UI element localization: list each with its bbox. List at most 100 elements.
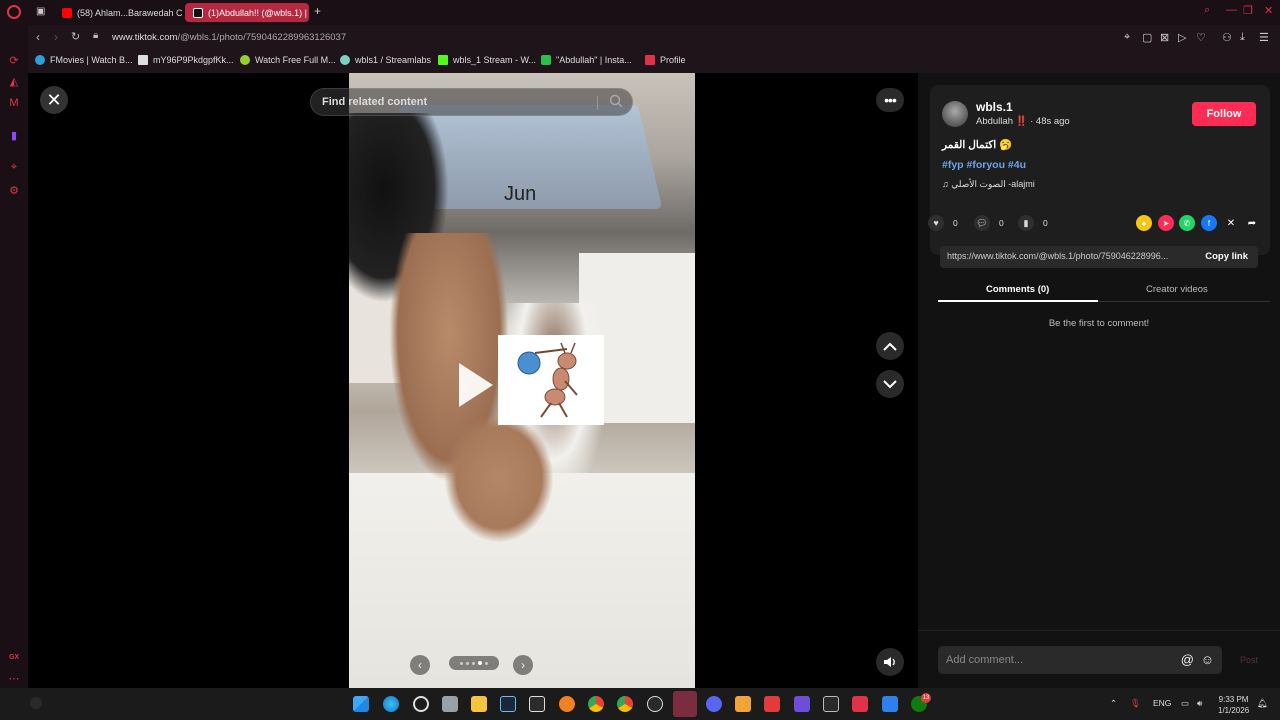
copy-link-button[interactable]: Copy link (1205, 251, 1248, 262)
more-options-button[interactable]: ••• (876, 88, 904, 112)
player-icon[interactable]: ▷ (1178, 31, 1186, 44)
aria-icon[interactable]: ◭ (6, 73, 22, 89)
volume-button[interactable] (876, 648, 904, 676)
display-name[interactable]: Abdullah (976, 116, 1013, 127)
clock[interactable]: 9:33 PM 1/1/2026 (1218, 694, 1249, 716)
bookmark-kick[interactable]: wbls_1 Stream - W... (438, 55, 536, 65)
tab-menu-icon[interactable]: ▣ (36, 6, 45, 17)
x-icon[interactable]: ✕ (1223, 215, 1239, 231)
epic-games-icon[interactable] (529, 696, 545, 712)
file-explorer-icon[interactable] (471, 696, 487, 712)
forward-button[interactable]: › (54, 30, 58, 44)
twitch-icon[interactable]: ▮ (6, 127, 22, 143)
find-related-search[interactable]: Find related content (310, 88, 633, 116)
tab-creator-videos[interactable]: Creator videos (1146, 284, 1208, 295)
carousel-dot[interactable] (478, 661, 482, 665)
history-icon[interactable]: ⟳ (6, 52, 22, 68)
minimize-button[interactable]: — (1226, 4, 1237, 16)
network-icon[interactable]: ▭ (1181, 698, 1189, 709)
lock-icon[interactable]: 🔒︎ (93, 30, 98, 41)
microphone-icon[interactable]: 🎙︎ (1130, 698, 1141, 709)
opera-logo-icon[interactable] (7, 5, 21, 19)
carousel-prev-button[interactable]: ‹ (410, 655, 430, 675)
username[interactable]: wbls.1 (976, 100, 1013, 114)
bookmark-profile[interactable]: Profile (645, 55, 686, 65)
reload-button[interactable]: ↻ (71, 30, 80, 43)
emoji-icon[interactable]: ☺ (1201, 652, 1214, 667)
easy-setup-icon[interactable]: ☰ (1259, 31, 1269, 44)
comment-input[interactable]: Add comment... @ ☺ (938, 646, 1222, 674)
post-comment-button[interactable]: Post (1240, 655, 1258, 665)
bookmark-file[interactable]: mY96P9PkdgpfKk... (138, 55, 234, 65)
bookmark-fmovies[interactable]: FMovies | Watch B... (35, 55, 133, 65)
carousel-next-button[interactable]: › (513, 655, 533, 675)
chrome-icon[interactable] (588, 696, 604, 712)
bookmark-instagram[interactable]: "Abdullah" | Insta... (541, 55, 632, 65)
more-icon[interactable]: ⋯ (6, 670, 22, 686)
app-purple-icon[interactable] (794, 696, 810, 712)
follow-button[interactable]: Follow (1192, 102, 1256, 126)
settings-app-icon[interactable] (413, 696, 429, 712)
app-orange-icon[interactable] (559, 696, 575, 712)
carousel-dot[interactable] (472, 661, 475, 665)
carousel-dot[interactable] (460, 661, 463, 665)
comment-button[interactable]: 💬︎ 0 (974, 215, 1004, 231)
opera-gx-taskbar-icon[interactable] (673, 691, 697, 717)
app-red-icon[interactable] (764, 696, 780, 712)
tab-youtube[interactable]: (58) Ahlam...Barawedah C (54, 3, 182, 22)
snapshot-icon[interactable]: ▢ (1142, 31, 1152, 44)
save-button[interactable]: ▮ 0 (1018, 215, 1048, 231)
speaker-icon[interactable]: 🔊︎ (1197, 698, 1202, 709)
app-circle-icon[interactable] (647, 696, 663, 712)
close-window-button[interactable]: ✕ (1264, 4, 1273, 17)
avatar[interactable] (942, 101, 968, 127)
carousel-dot[interactable] (466, 661, 469, 665)
restore-button[interactable]: ❐ (1243, 4, 1253, 17)
download-icon[interactable]: ⤓ (1240, 31, 1245, 44)
carousel-dot[interactable] (485, 661, 488, 665)
chrome-profile-icon[interactable] (617, 696, 633, 712)
facebook-icon[interactable]: f (1201, 215, 1217, 231)
edge-icon[interactable] (383, 696, 399, 712)
like-button[interactable]: ♥ 0 (928, 215, 958, 231)
pin-page-icon[interactable]: ⌖ (1124, 31, 1130, 44)
pin-icon[interactable]: ⌖ (6, 159, 22, 175)
messenger-icon[interactable]: M (6, 95, 22, 111)
bookmark-streamlabs[interactable]: wbls1 / Streamlabs (340, 55, 431, 65)
app-pink-icon[interactable] (852, 696, 868, 712)
gx-icon[interactable]: GX (6, 649, 22, 665)
discord-icon[interactable] (706, 696, 722, 712)
search-icon[interactable]: ⌕ (1204, 4, 1210, 17)
notifications-icon[interactable]: 🔔︎ (1257, 698, 1268, 709)
tab-comments[interactable]: Comments (0) (986, 284, 1049, 295)
next-post-button[interactable] (876, 370, 904, 398)
language-indicator[interactable]: ENG (1153, 698, 1171, 708)
url-field[interactable]: www.tiktok.com/@wbls.1/photo/75904622899… (112, 32, 346, 43)
account-icon[interactable]: ⚇ (1222, 31, 1232, 44)
new-tab-button[interactable]: + (314, 4, 321, 18)
tab-tiktok[interactable]: (1)Abdullah!! (@wbls.1) | T (185, 3, 309, 22)
music-row[interactable]: ♫ الصوت الأصلي -alajmi (942, 179, 1035, 190)
store-icon[interactable] (442, 696, 458, 712)
close-viewer-button[interactable]: ✕ (40, 86, 68, 114)
share-arrow-icon[interactable]: ➦ (1244, 215, 1260, 231)
play-icon[interactable] (459, 363, 493, 407)
bookmark-watchfree[interactable]: Watch Free Full M... (240, 55, 336, 65)
windows-start-icon[interactable] (353, 696, 369, 712)
tray-overflow-icon[interactable]: ⌃ (1110, 698, 1117, 709)
post-link[interactable]: https://www.tiktok.com/@wbls.1/photo/759… (947, 251, 1177, 261)
previous-post-button[interactable] (876, 332, 904, 360)
bookmark-heart-icon[interactable]: ♡ (1196, 31, 1206, 44)
send-share-icon[interactable]: ➤ (1158, 215, 1174, 231)
capcut-icon[interactable] (823, 696, 839, 712)
app-blue-icon[interactable] (882, 696, 898, 712)
vpn-icon[interactable]: ⊠ (1160, 31, 1169, 44)
search-icon[interactable] (609, 94, 623, 108)
back-button[interactable]: ‹ (36, 30, 40, 44)
post-hashtags[interactable]: #fyp #foryou #4u (942, 159, 1026, 171)
coin-share-icon[interactable]: ● (1136, 215, 1152, 231)
mention-icon[interactable]: @ (1181, 652, 1194, 667)
whatsapp-icon[interactable]: ✆ (1179, 215, 1195, 231)
post-photo[interactable]: Jun ‹ › (349, 73, 695, 688)
widget-icon[interactable] (30, 697, 42, 709)
